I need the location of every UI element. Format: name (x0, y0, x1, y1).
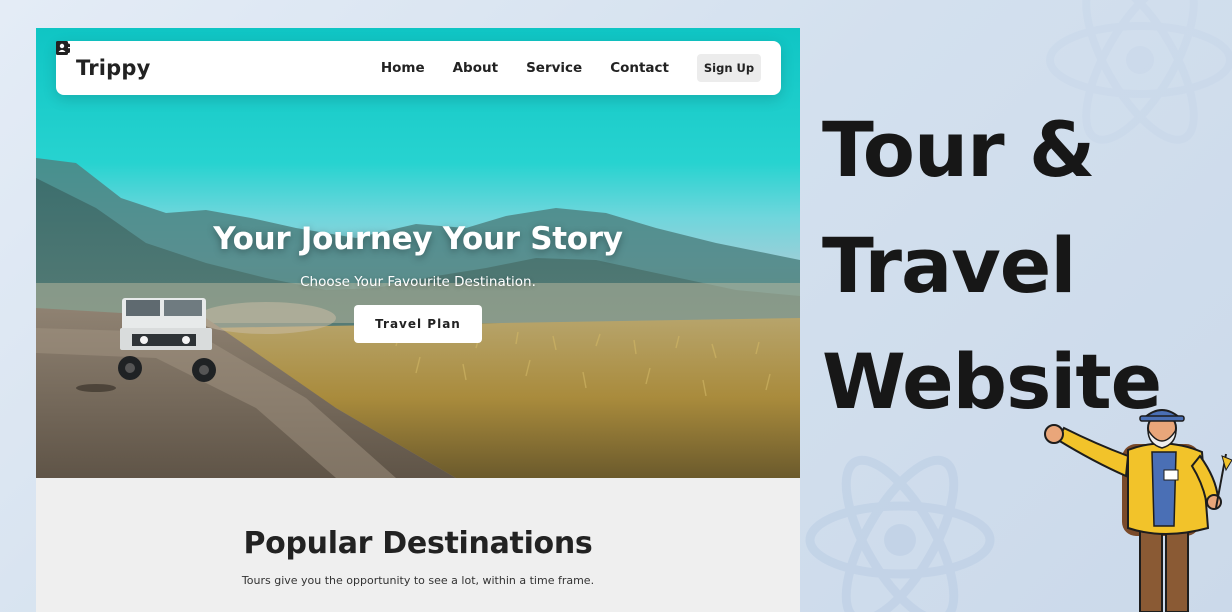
nav-item-service[interactable]: Service (56, 41, 583, 76)
contact-card-icon (56, 41, 68, 55)
nav-item-contact[interactable]: Contact (56, 41, 669, 76)
nav-item-label: About (452, 60, 499, 76)
nav-item-label: Home (380, 60, 425, 76)
navbar: Trippy Home About Service Contact Sign U… (56, 41, 781, 95)
nav-item-about[interactable]: About (56, 41, 499, 76)
nav-item-label: Service (526, 60, 583, 76)
website-preview: Trippy Home About Service Contact Sign U… (36, 28, 800, 612)
nav-item-label: Contact (610, 60, 669, 76)
nav-links: Home About Service Contact Sign Up (56, 41, 761, 82)
popular-destinations-section: Popular Destinations Tours give you the … (36, 478, 800, 612)
section-title: Popular Destinations (243, 526, 593, 561)
hero-subtitle: Choose Your Favourite Destination. (300, 274, 536, 290)
travel-plan-button[interactable]: Travel Plan (354, 305, 482, 343)
nav-item-home[interactable]: Home (56, 41, 425, 76)
sign-up-button[interactable]: Sign Up (697, 54, 761, 82)
section-subtitle: Tours give you the opportunity to see a … (241, 574, 595, 587)
traveller-illustration (1044, 409, 1232, 612)
react-atom-icon (805, 455, 995, 612)
headline: Tour & Travel Website (822, 92, 1182, 440)
brand-logo[interactable]: Trippy (76, 56, 151, 80)
hero-title: Your Journey Your Story (213, 221, 623, 257)
headline-line: Tour & (822, 105, 1095, 194)
hero-section: Trippy Home About Service Contact Sign U… (36, 28, 800, 478)
headline-line: Travel (822, 221, 1076, 310)
